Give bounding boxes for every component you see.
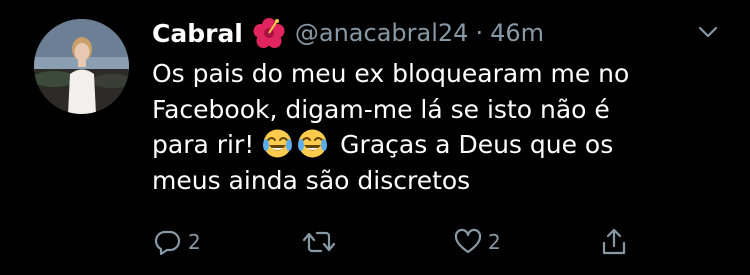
tweet[interactable]: Cabral @anacabral24 · 46m Os pais do meu… <box>0 0 750 275</box>
tweet-header: Cabral @anacabral24 · 46m <box>152 13 544 53</box>
avatar-photo <box>34 19 129 114</box>
share-icon <box>600 227 628 257</box>
like-count: 2 <box>488 230 501 254</box>
reply-button[interactable]: 2 <box>154 222 201 262</box>
share-button[interactable] <box>600 222 628 262</box>
author-name[interactable]: Cabral <box>152 19 243 48</box>
tweet-text-segment: para rir! <box>152 130 255 159</box>
like-button[interactable]: 2 <box>454 222 501 262</box>
face-with-tears-of-joy-icon <box>262 128 293 159</box>
chevron-down-icon[interactable] <box>697 24 719 40</box>
tweet-actions: 2 2 <box>0 222 750 262</box>
separator-dot: · <box>475 19 484 47</box>
tweet-text-line: Facebook, digam-me lá se isto não é <box>152 94 610 124</box>
retweet-button[interactable] <box>301 222 337 262</box>
reply-icon <box>154 228 182 256</box>
tweet-text-line: para rir! Graças a Deus que os <box>152 127 722 163</box>
retweet-icon <box>301 228 337 256</box>
tweet-text-segment: Graças a Deus que os <box>340 130 614 159</box>
tweet-text-line: Os pais do meu ex bloquearam me no <box>152 59 630 88</box>
tweet-text-line: meus ainda são discretos <box>152 165 471 195</box>
avatar[interactable] <box>34 19 129 114</box>
tweet-text: Os pais do meu ex bloquearam me no Faceb… <box>152 56 722 198</box>
face-with-tears-of-joy-icon <box>297 128 328 159</box>
heart-icon <box>454 228 482 256</box>
timestamp[interactable]: 46m <box>490 19 544 47</box>
author-handle[interactable]: @anacabral24 <box>295 19 469 47</box>
hibiscus-icon <box>253 17 285 49</box>
reply-count: 2 <box>188 230 201 254</box>
